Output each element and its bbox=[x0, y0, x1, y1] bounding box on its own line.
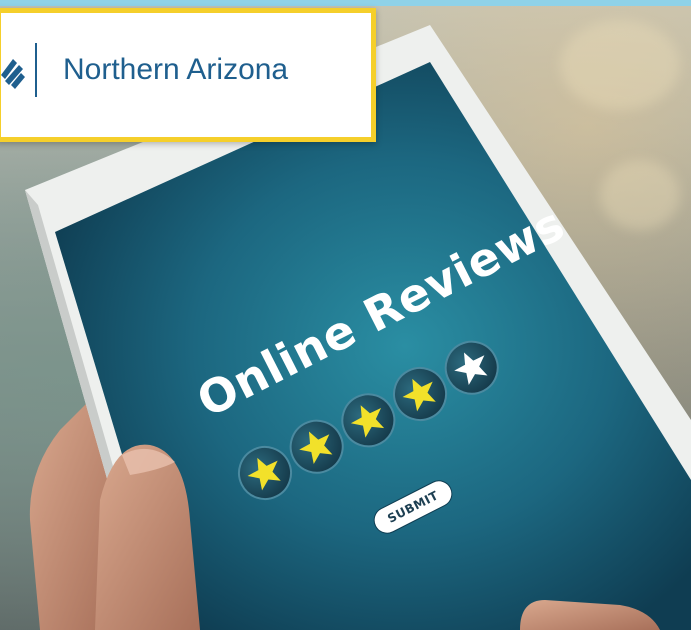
brand-name: Northern Arizona bbox=[63, 53, 289, 86]
brand-logo-banner: Northern Arizona bbox=[0, 8, 376, 142]
logo-divider bbox=[35, 43, 37, 97]
logo-mark-icon bbox=[1, 59, 25, 89]
photo-scene: Online Reviews SUBMIT Northern Arizona bbox=[0, 0, 691, 630]
